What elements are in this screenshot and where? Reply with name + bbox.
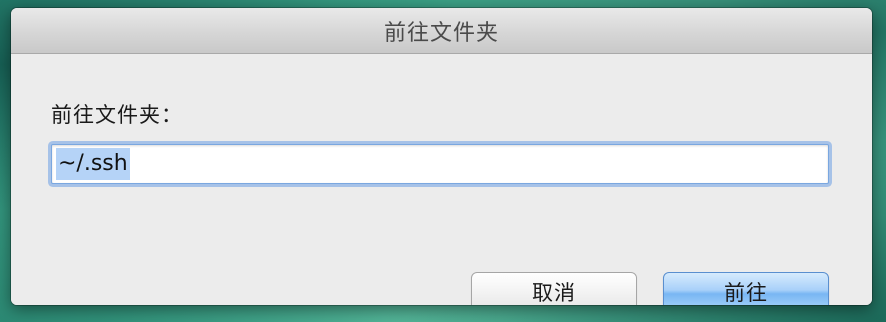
go-to-folder-dialog: 前往文件夹 前往文件夹： ~/.ssh 取消 前往 <box>11 8 872 305</box>
folder-path-value[interactable]: ~/.ssh <box>56 148 130 180</box>
dialog-content: 前往文件夹： ~/.ssh 取消 前往 <box>11 54 872 305</box>
cancel-button[interactable]: 取消 <box>471 272 637 305</box>
dialog-title: 前往文件夹 <box>383 20 499 46</box>
go-button[interactable]: 前往 <box>663 272 829 305</box>
dialog-titlebar[interactable]: 前往文件夹 <box>11 8 872 54</box>
folder-path-input[interactable]: ~/.ssh <box>51 144 829 184</box>
folder-path-label: 前往文件夹： <box>51 103 183 127</box>
